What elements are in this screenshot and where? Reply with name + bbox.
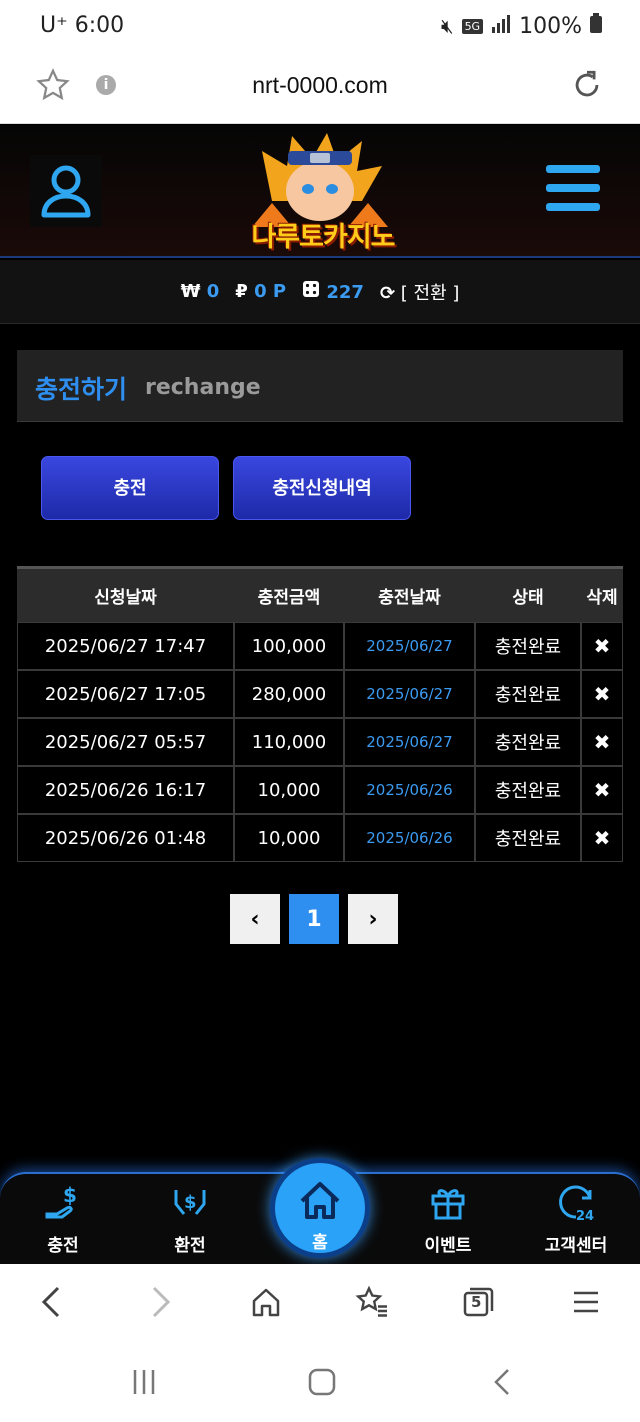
balance-bar: ₩ 0 ₽ 0 P 227 ⟳ [ 전환 ] [0, 260, 640, 324]
next-page-button[interactable]: › [348, 894, 398, 944]
amount-cell: 10,000 [234, 814, 344, 862]
24-hour-support-icon: 24 [559, 1185, 594, 1224]
current-page-button[interactable]: 1 [289, 894, 339, 944]
status-bar: U⁺ 6:00 🔇︎ 5G 100% [0, 0, 640, 54]
table-row: 2025/06/27 05:57 110,000 2025/06/27 충전완료… [17, 718, 623, 766]
page-subtitle: rechange [145, 375, 261, 400]
amount-cell: 280,000 [234, 670, 344, 718]
status-cell: 충전완료 [475, 622, 581, 670]
request-date-cell: 2025/06/27 17:05 [17, 670, 234, 718]
switch-button[interactable]: ⟳ [ 전환 ] [380, 279, 459, 305]
forward-icon[interactable] [140, 1282, 180, 1322]
request-date-cell: 2025/06/26 16:17 [17, 766, 234, 814]
home-icon [300, 1182, 340, 1219]
charge-tab-button[interactable]: 충전 [41, 456, 219, 520]
mute-icon: 🔇︎ [440, 14, 454, 38]
hand-money-icon: $ [45, 1183, 77, 1219]
point-balance: ₽ 0 P [235, 281, 287, 302]
table-row: 2025/06/26 16:17 10,000 2025/06/26 충전완료 … [17, 766, 623, 814]
home-label: 홈 [312, 1233, 328, 1253]
charge-date-cell: 2025/06/27 [344, 622, 475, 670]
coupon-balance: 227 [302, 280, 364, 303]
site-header: 나루토카지노 [0, 125, 640, 258]
hamburger-menu-icon[interactable] [546, 165, 600, 213]
charge-date-cell: 2025/06/26 [344, 814, 475, 862]
back-icon[interactable] [32, 1282, 72, 1322]
amount-cell: 10,000 [234, 766, 344, 814]
delete-icon[interactable]: ✖ [581, 622, 623, 670]
battery-icon [590, 13, 602, 39]
page-title: 충전하기 [35, 375, 128, 404]
bookmarks-icon[interactable] [352, 1282, 392, 1322]
column-header: 충전날짜 [378, 588, 441, 608]
recents-icon[interactable] [124, 1366, 164, 1398]
system-home-icon[interactable] [302, 1366, 342, 1398]
status-cell: 충전완료 [475, 718, 581, 766]
amount-cell: 100,000 [234, 622, 344, 670]
nav-exchange[interactable]: $ 환전 [140, 1180, 240, 1256]
amount-cell: 110,000 [234, 718, 344, 766]
request-date-cell: 2025/06/27 05:57 [17, 718, 234, 766]
carrier-time: U⁺ 6:00 [40, 13, 125, 38]
network-badge: 5G [461, 18, 484, 34]
status-cell: 충전완료 [475, 814, 581, 862]
column-header: 상태 [512, 588, 544, 608]
table-header: 신청날짜 충전금액 충전날짜 상태 삭제 [17, 566, 623, 622]
delete-icon[interactable]: ✖ [581, 670, 623, 718]
charge-history-tab-button[interactable]: 충전신청내역 [233, 456, 411, 520]
address-bar: i nrt-0000.com [0, 54, 640, 124]
hands-money-icon: $ [174, 1190, 206, 1215]
reload-icon[interactable] [570, 68, 604, 106]
refresh-icon: ⟳ [379, 282, 396, 304]
prev-page-button[interactable]: ‹ [230, 894, 280, 944]
table-row: 2025/06/27 17:05 280,000 2025/06/27 충전완료… [17, 670, 623, 718]
column-header: 신청날짜 [94, 588, 157, 608]
column-header: 삭제 [586, 588, 618, 608]
delete-icon[interactable]: ✖ [581, 766, 623, 814]
browser-home-icon[interactable] [246, 1282, 286, 1322]
dice-icon [302, 281, 326, 303]
nav-charge[interactable]: $ 충전 [13, 1180, 113, 1256]
charge-date-cell: 2025/06/26 [344, 766, 475, 814]
nav-event[interactable]: 이벤트 [398, 1180, 498, 1256]
charge-date-cell: 2025/06/27 [344, 718, 475, 766]
status-cell: 충전완료 [475, 670, 581, 718]
signal-icon [491, 13, 511, 39]
browser-toolbar: 5 [0, 1264, 640, 1342]
won-balance: ₩ 0 [180, 281, 220, 302]
user-icon[interactable] [30, 155, 102, 227]
url-text[interactable]: nrt-0000.com [0, 72, 640, 99]
request-date-cell: 2025/06/27 17:47 [17, 622, 234, 670]
delete-icon[interactable]: ✖ [581, 814, 623, 862]
status-cell: 충전완료 [475, 766, 581, 814]
svg-text:24: 24 [576, 1209, 594, 1224]
home-button[interactable]: 홈 [270, 1158, 370, 1258]
gift-icon [431, 1189, 465, 1220]
battery-level: 100% [519, 13, 582, 39]
table-row: 2025/06/27 17:47 100,000 2025/06/27 충전완료… [17, 622, 623, 670]
logo-text: 나루토카지노 [251, 222, 395, 253]
delete-icon[interactable]: ✖ [581, 718, 623, 766]
tab-count: 5 [471, 1293, 482, 1311]
tabs-icon[interactable]: 5 [458, 1282, 498, 1322]
svg-text:$: $ [63, 1183, 77, 1207]
system-back-icon[interactable] [482, 1366, 522, 1398]
nav-support[interactable]: 24 고객센터 [526, 1180, 626, 1256]
browser-menu-icon[interactable] [566, 1282, 606, 1322]
charge-date-cell: 2025/06/27 [344, 670, 475, 718]
request-date-cell: 2025/06/26 01:48 [17, 814, 234, 862]
section-header: 충전하기 rechange [17, 350, 623, 422]
svg-text:$: $ [184, 1192, 197, 1213]
charge-history-table: 신청날짜 충전금액 충전날짜 상태 삭제 2025/06/27 17:47 10… [17, 566, 623, 862]
system-nav-bar [0, 1342, 640, 1422]
table-row: 2025/06/26 01:48 10,000 2025/06/26 충전완료 … [17, 814, 623, 862]
pagination: ‹ 1 › [230, 894, 398, 944]
column-header: 충전금액 [257, 588, 321, 608]
